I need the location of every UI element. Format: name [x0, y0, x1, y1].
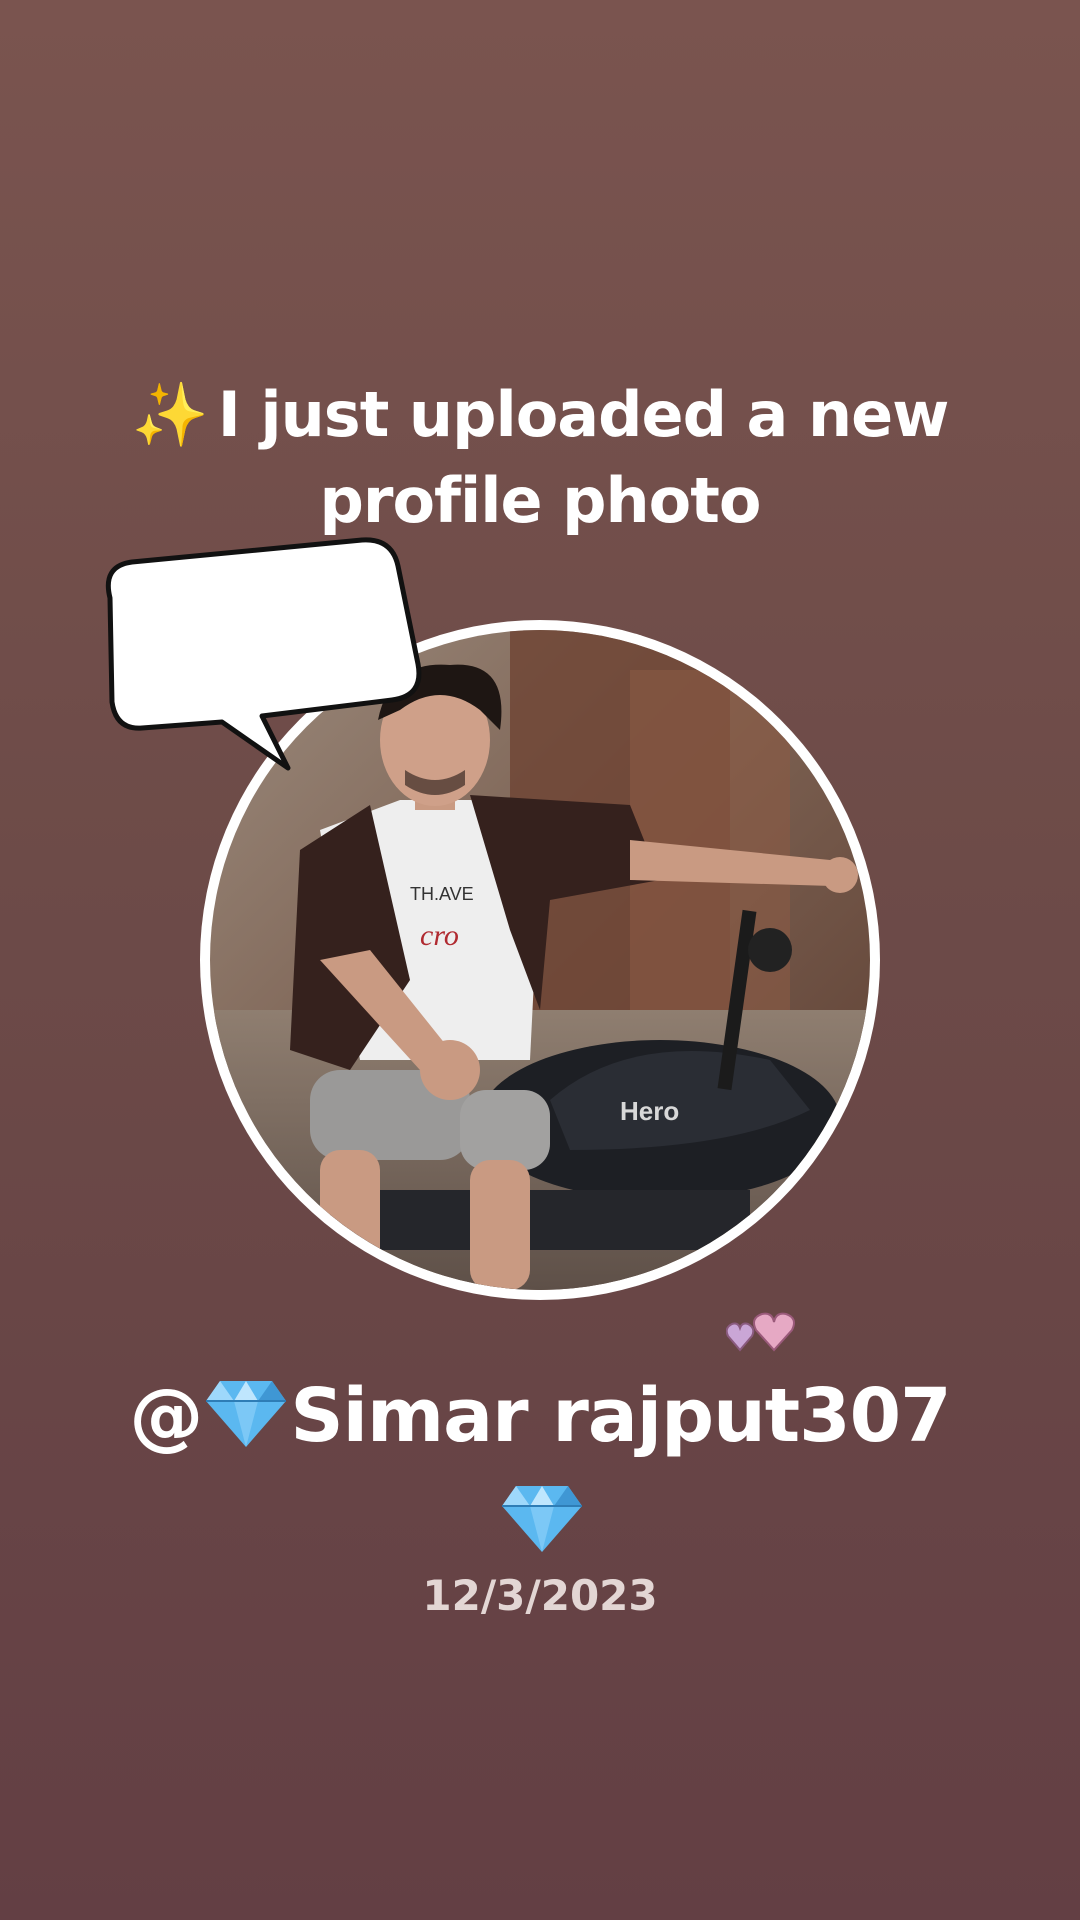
handle-prefix: @	[129, 1373, 203, 1459]
svg-text:TH.AVE: TH.AVE	[410, 884, 474, 904]
headline-text: I just uploaded a new profile photo	[217, 378, 950, 537]
bike-brand-label: Hero	[620, 1096, 679, 1126]
headline: ✨ I just uploaded a new profile photo	[120, 372, 960, 544]
gem-stone-icon	[206, 1381, 287, 1447]
sparkles-icon: ✨	[131, 378, 209, 451]
speech-bubble	[105, 537, 422, 771]
svg-text:cro: cro	[420, 919, 459, 952]
gem-stone-icon	[502, 1486, 582, 1552]
handle-name: Simar rajput307	[290, 1373, 951, 1459]
upload-date: 12/3/2023	[422, 1571, 658, 1620]
user-handle[interactable]: @ Simar rajput307	[0, 1366, 1080, 1466]
two-hearts-icon	[726, 1312, 795, 1352]
